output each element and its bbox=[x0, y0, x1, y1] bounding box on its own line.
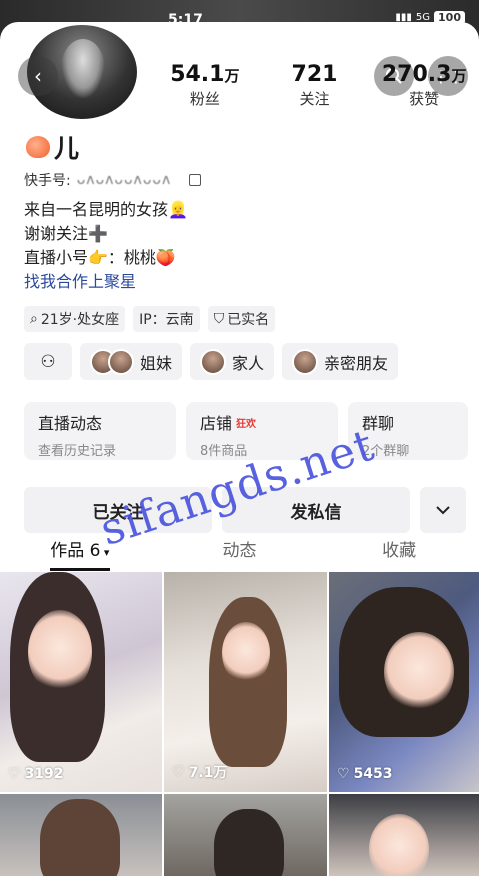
ip-chip: IP：云南 bbox=[133, 306, 200, 332]
like-count: ♡ 3192 bbox=[8, 766, 64, 782]
like-count-text: 3192 bbox=[24, 766, 64, 782]
account-label: 快手号: bbox=[24, 173, 71, 189]
message-button[interactable]: 发私信 bbox=[222, 487, 410, 533]
bio-line: 直播小号👉：桃桃🍑 bbox=[24, 248, 176, 267]
feature-cards: 直播动态 查看历史记录 店铺 狂欢 8件商品 群聊 2个群聊 bbox=[24, 402, 468, 460]
works-grid: ♡ 3192 ♡ 7.1万 ♡ 5453 bbox=[0, 572, 479, 876]
tab-works[interactable]: 作品 6 ▾ bbox=[0, 533, 160, 571]
relation-label: 亲密朋友 bbox=[324, 353, 389, 373]
relation-sisters[interactable]: 姐妹 bbox=[80, 343, 183, 380]
stat-likes[interactable]: 270.3万 获赞 bbox=[369, 62, 479, 109]
cooperation-link[interactable]: 找我合作上聚星 bbox=[24, 270, 188, 294]
like-count: ♡ 7.1万 bbox=[172, 762, 227, 782]
stat-label: 关注 bbox=[299, 90, 330, 108]
stat-label: 获赞 bbox=[409, 90, 440, 108]
post-tile[interactable]: ♡ 5453 bbox=[329, 572, 479, 792]
chip-text: IP：云南 bbox=[139, 312, 194, 328]
caret-down-icon: ▾ bbox=[100, 546, 110, 559]
tab-favorites[interactable]: 收藏 bbox=[319, 533, 479, 571]
nickname-text: 儿 bbox=[54, 134, 80, 163]
post-tile[interactable] bbox=[0, 794, 162, 876]
stat-following[interactable]: 721 关注 bbox=[260, 62, 370, 109]
stat-unit: 万 bbox=[224, 67, 240, 85]
post-thumbnail bbox=[40, 799, 120, 876]
post-thumbnail bbox=[369, 814, 429, 876]
age-chip: ⌕ 21岁·处女座 bbox=[24, 306, 126, 332]
like-count: ♡ 5453 bbox=[337, 766, 393, 782]
post-thumbnail bbox=[214, 809, 284, 876]
relation-family[interactable]: 家人 bbox=[190, 343, 275, 380]
add-friend-button[interactable]: ⚇ bbox=[24, 343, 72, 380]
card-title: 店铺 bbox=[200, 414, 233, 433]
card-subtitle: 2个群聊 bbox=[362, 444, 410, 459]
post-tile[interactable] bbox=[164, 794, 327, 876]
card-subtitle: 查看历史记录 bbox=[38, 444, 117, 459]
post-tile[interactable]: ♡ 7.1万 bbox=[164, 572, 327, 792]
relations-row: ⚇ 姐妹 家人 亲密朋友 bbox=[24, 343, 399, 380]
action-buttons: 已关注 发私信 bbox=[24, 487, 466, 533]
avatar bbox=[200, 348, 227, 375]
shield-icon: ⛉ bbox=[213, 311, 225, 327]
promo-badge: 狂欢 bbox=[236, 418, 257, 430]
add-user-icon: ⚇ bbox=[40, 351, 56, 372]
chevron-left-icon: ‹ bbox=[34, 64, 42, 88]
like-count-text: 5453 bbox=[353, 766, 393, 782]
post-thumbnail bbox=[28, 610, 92, 694]
content-tabs: 作品 6 ▾ 动态 收藏 bbox=[0, 533, 479, 571]
account-id: ᴗᴧᴗᴧᴗᴗᴧᴗᴗᴧ bbox=[76, 172, 172, 188]
avatar bbox=[292, 348, 319, 375]
heart-icon: ♡ bbox=[337, 766, 350, 782]
chip-text: 21岁·处女座 bbox=[40, 312, 120, 328]
heart-icon: ♡ bbox=[172, 764, 185, 780]
post-thumbnail bbox=[222, 622, 270, 684]
heart-icon: ♡ bbox=[8, 766, 21, 782]
tab-moments[interactable]: 动态 bbox=[160, 533, 320, 571]
nickname: 儿 bbox=[26, 129, 79, 165]
avatar bbox=[108, 348, 134, 375]
peach-icon bbox=[26, 136, 50, 158]
bio-line: 谢谢关注➕ bbox=[24, 224, 108, 243]
copy-icon[interactable] bbox=[189, 174, 202, 186]
stats-row: 54.1万 粉丝 721 关注 270.3万 获赞 bbox=[150, 62, 479, 109]
card-title: 群聊 bbox=[362, 414, 395, 433]
shop-card[interactable]: 店铺 狂欢 8件商品 bbox=[186, 402, 338, 460]
tab-label: 作品 6 bbox=[50, 541, 101, 561]
bio: 来自一名昆明的女孩👱‍♀️ 谢谢关注➕ 直播小号👉：桃桃🍑 找我合作上聚星 bbox=[24, 198, 188, 294]
stat-number: 54.1 bbox=[170, 62, 225, 87]
live-history-card[interactable]: 直播动态 查看历史记录 bbox=[24, 402, 176, 460]
relation-label: 家人 bbox=[232, 353, 265, 373]
post-tile[interactable]: ♡ 3192 bbox=[0, 572, 162, 792]
stat-unit: 万 bbox=[451, 67, 467, 85]
back-button[interactable]: ‹ bbox=[18, 56, 58, 96]
bio-line: 来自一名昆明的女孩👱‍♀️ bbox=[24, 200, 188, 219]
like-count-text: 7.1万 bbox=[188, 765, 228, 781]
location-pin-icon: ⌕ bbox=[30, 311, 38, 327]
account-id-row: 快手号: ᴗᴧᴗᴧᴗᴗᴧᴗᴗᴧ bbox=[24, 170, 202, 190]
followed-button[interactable]: 已关注 bbox=[24, 487, 212, 533]
card-subtitle: 8件商品 bbox=[200, 444, 248, 459]
card-title: 直播动态 bbox=[38, 414, 103, 433]
relation-close-friends[interactable]: 亲密朋友 bbox=[282, 343, 399, 380]
chip-text: 已实名 bbox=[227, 312, 270, 328]
stat-label: 粉丝 bbox=[189, 90, 220, 108]
chevron-down-icon bbox=[436, 506, 450, 515]
post-thumbnail bbox=[384, 632, 454, 712]
info-chips: ⌕ 21岁·处女座 IP：云南 ⛉ 已实名 bbox=[24, 306, 276, 332]
stat-number: 721 bbox=[291, 62, 338, 87]
expand-button[interactable] bbox=[420, 487, 466, 533]
verified-chip: ⛉ 已实名 bbox=[207, 306, 276, 332]
stat-number: 270.3 bbox=[381, 62, 452, 87]
relation-label: 姐妹 bbox=[140, 353, 173, 373]
stat-fans[interactable]: 54.1万 粉丝 bbox=[150, 62, 260, 109]
post-tile[interactable] bbox=[329, 794, 479, 876]
group-chat-card[interactable]: 群聊 2个群聊 bbox=[348, 402, 468, 460]
